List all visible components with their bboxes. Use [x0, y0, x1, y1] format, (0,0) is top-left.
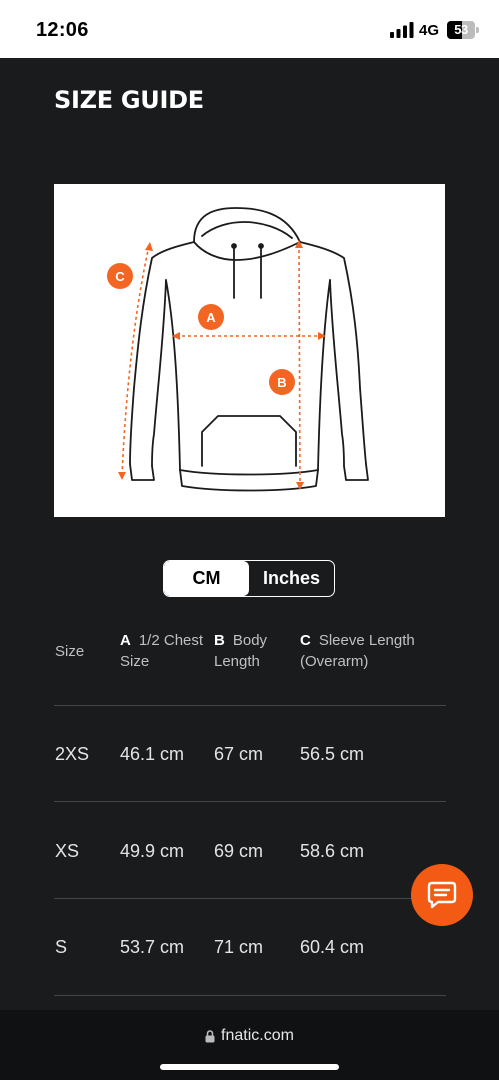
unit-option-inches[interactable]: Inches — [249, 561, 334, 596]
cell-size: XS — [55, 841, 80, 861]
cell-size: S — [55, 937, 68, 957]
header-size: Size — [55, 643, 85, 660]
table-row: XS 49.9 cm 69 cm 58.6 cm — [54, 841, 446, 881]
marker-a-badge: A — [198, 304, 224, 330]
cell-chest: 49.9 cm — [120, 841, 185, 861]
marker-b-badge: B — [269, 369, 295, 395]
url-text: fnatic.com — [221, 1027, 294, 1044]
hoodie-measurement-diagram: A B C — [54, 184, 445, 517]
header-a: A 1/2 Chest Size — [120, 630, 212, 672]
chat-button[interactable] — [411, 864, 473, 926]
cell-size: 2XS — [55, 744, 90, 764]
header-b-letter: B — [214, 632, 225, 649]
hoodie-illustration: A B C — [107, 207, 369, 492]
cell-body-length: 67 cm — [214, 744, 264, 764]
cell-sleeve: 58.6 cm — [300, 841, 365, 861]
table-divider — [54, 898, 446, 899]
table-divider — [54, 801, 446, 802]
signal-icon — [390, 22, 414, 38]
chat-icon — [427, 881, 457, 909]
battery-icon: 53 — [447, 21, 479, 39]
page-title: SIZE GUIDE — [54, 86, 204, 114]
battery-percent: 53 — [454, 22, 468, 37]
cell-sleeve: 60.4 cm — [300, 937, 365, 957]
browser-bar: fnatic.com — [0, 1010, 499, 1080]
table-divider — [54, 995, 446, 996]
cell-sleeve: 56.5 cm — [300, 744, 365, 764]
home-indicator[interactable] — [160, 1064, 339, 1070]
header-a-label: 1/2 Chest Size — [120, 632, 204, 670]
header-c-label: Sleeve Length (Overarm) — [300, 632, 415, 670]
cell-body-length: 71 cm — [214, 937, 264, 957]
size-guide-sheet: SIZE GUIDE A B C CM Inches Size A 1/2 Ch… — [0, 58, 499, 1010]
marker-b: B — [277, 375, 286, 390]
marker-a: A — [206, 310, 216, 325]
unit-option-cm[interactable]: CM — [164, 561, 249, 596]
header-b: B Body Length — [214, 630, 294, 672]
cell-body-length: 69 cm — [214, 841, 264, 861]
network-label: 4G — [419, 22, 440, 39]
lock-icon — [205, 1029, 215, 1042]
cell-chest: 53.7 cm — [120, 937, 185, 957]
table-row: 2XS 46.1 cm 67 cm 56.5 cm — [54, 744, 446, 784]
status-bar: 12:06 4G 53 — [0, 0, 499, 58]
table-divider — [54, 705, 446, 706]
header-c: C Sleeve Length (Overarm) — [300, 630, 450, 672]
cell-chest: 46.1 cm — [120, 744, 185, 764]
size-table-header: Size A 1/2 Chest Size B Body Length C Sleev… — [54, 628, 446, 708]
header-c-letter: C — [300, 632, 311, 649]
header-a-letter: A — [120, 632, 131, 649]
table-row: S 53.7 cm 71 cm 60.4 cm — [54, 937, 446, 977]
status-time: 12:06 — [36, 19, 89, 41]
marker-c: C — [115, 269, 125, 284]
unit-toggle: CM Inches — [163, 560, 335, 597]
marker-c-badge: C — [107, 263, 133, 289]
address-bar[interactable]: fnatic.com — [0, 1027, 499, 1045]
